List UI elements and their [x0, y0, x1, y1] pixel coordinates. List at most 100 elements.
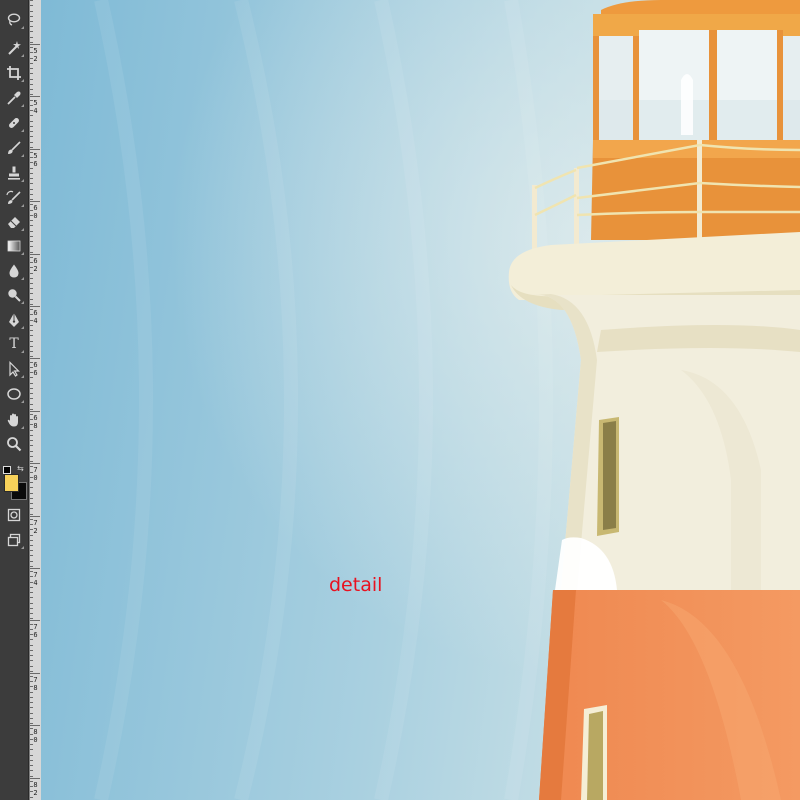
ruler-tick	[30, 183, 33, 185]
ruler-tick	[30, 277, 33, 279]
ruler-tick	[30, 303, 33, 305]
pen-tool[interactable]	[3, 310, 25, 330]
ruler-tick	[30, 445, 33, 447]
ruler-tick	[30, 225, 33, 227]
screen-mode-button[interactable]	[3, 530, 25, 550]
arrow-icon	[9, 361, 20, 377]
ruler-tick	[30, 534, 33, 536]
eraser-tool[interactable]	[3, 212, 25, 232]
path-selection-tool[interactable]	[3, 359, 25, 379]
ruler-tick	[30, 335, 33, 337]
ruler-tick	[30, 696, 33, 698]
ruler-tick	[30, 434, 33, 436]
ruler-tick	[30, 41, 33, 43]
ruler-tick	[30, 78, 33, 80]
ruler-label: 0	[33, 736, 38, 745]
ruler-tick	[30, 235, 33, 237]
eyedropper-tool[interactable]	[3, 88, 25, 108]
ruler-tick	[30, 293, 33, 295]
ruler-tick	[30, 36, 33, 38]
healing-brush-tool[interactable]	[3, 113, 25, 133]
ruler-tick	[30, 356, 33, 358]
ruler-label: 7	[33, 518, 38, 527]
ruler-major-tick	[30, 620, 40, 622]
ruler-label: 2	[33, 264, 38, 273]
ruler-tick	[30, 613, 33, 615]
ruler-tick	[30, 586, 33, 588]
ellipse-tool[interactable]	[3, 384, 25, 404]
ruler-tick	[30, 199, 33, 201]
ruler-major-tick	[30, 306, 40, 307]
ruler-tick	[30, 125, 33, 127]
ruler-tick	[30, 115, 33, 117]
ruler-tick	[30, 702, 33, 704]
ruler-tick	[30, 455, 33, 457]
ruler-label: 8	[33, 421, 38, 430]
ruler-tick	[30, 670, 33, 672]
ruler-major-tick	[30, 148, 40, 150]
ruler-tick	[30, 440, 33, 442]
gradient-tool[interactable]	[3, 236, 25, 256]
ruler-label: 2	[33, 526, 38, 535]
eyedropper-icon	[7, 91, 21, 105]
droplet-icon	[9, 264, 19, 278]
document-canvas[interactable]	[41, 0, 800, 800]
ruler-tick	[30, 324, 33, 326]
ruler-tick	[30, 345, 33, 347]
ruler-tick	[30, 545, 33, 546]
ruler-tick	[30, 754, 33, 756]
default-colors-icon[interactable]	[3, 466, 11, 474]
ruler-tick	[30, 775, 33, 777]
clone-stamp-tool[interactable]	[3, 163, 25, 183]
ruler-tick	[30, 193, 33, 195]
ruler-tick	[30, 665, 33, 667]
ruler-tick	[30, 382, 33, 384]
ruler-tick	[30, 178, 33, 180]
ruler-tick	[30, 403, 33, 405]
ruler-label: 6	[33, 159, 38, 168]
quick-selection-tool[interactable]	[3, 38, 25, 58]
ruler-tick	[30, 246, 33, 248]
hand-tool[interactable]	[3, 410, 25, 430]
lighthouse-artwork	[41, 0, 800, 800]
ruler-tick	[30, 492, 33, 494]
ruler-tick	[30, 141, 33, 143]
ruler-tick	[30, 796, 33, 798]
brush-tool[interactable]	[3, 138, 25, 158]
ruler-label: 6	[33, 204, 38, 213]
foreground-color-swatch[interactable]	[4, 474, 19, 492]
type-tool[interactable]: T	[3, 334, 25, 354]
ruler-tick	[30, 565, 33, 567]
gradient-icon	[7, 240, 21, 252]
ruler-tick	[30, 744, 33, 746]
crop-icon	[7, 66, 21, 80]
crop-tool[interactable]	[3, 63, 25, 83]
zoom-tool[interactable]	[3, 434, 25, 454]
ruler-label: 7	[33, 675, 38, 684]
ruler-tick	[30, 450, 33, 452]
ruler-tick	[30, 167, 33, 169]
lasso-tool[interactable]	[3, 10, 25, 30]
history-brush-icon	[6, 190, 21, 204]
ruler-tick	[30, 340, 33, 342]
ruler-label: 8	[33, 780, 38, 789]
ruler-major-tick	[30, 463, 40, 465]
quick-mask-button[interactable]	[3, 505, 25, 525]
color-swatches: ⇆	[3, 464, 27, 506]
lantern-room	[593, 0, 800, 144]
ruler-tick	[30, 408, 33, 410]
ruler-tick	[30, 146, 33, 148]
history-brush-tool[interactable]	[3, 188, 25, 208]
swap-colors-icon[interactable]: ⇆	[17, 464, 24, 473]
ruler-tick	[30, 707, 33, 709]
ruler-tick	[30, 89, 33, 91]
ruler-tick	[30, 513, 33, 515]
ruler-tick	[30, 717, 33, 719]
ruler-tick	[30, 602, 33, 604]
ruler-tick	[30, 461, 33, 463]
ruler-label: 6	[33, 369, 38, 378]
dodge-tool[interactable]	[3, 285, 25, 305]
ruler-major-tick	[30, 672, 40, 674]
blur-tool[interactable]	[3, 261, 25, 281]
ruler-tick	[30, 172, 33, 174]
